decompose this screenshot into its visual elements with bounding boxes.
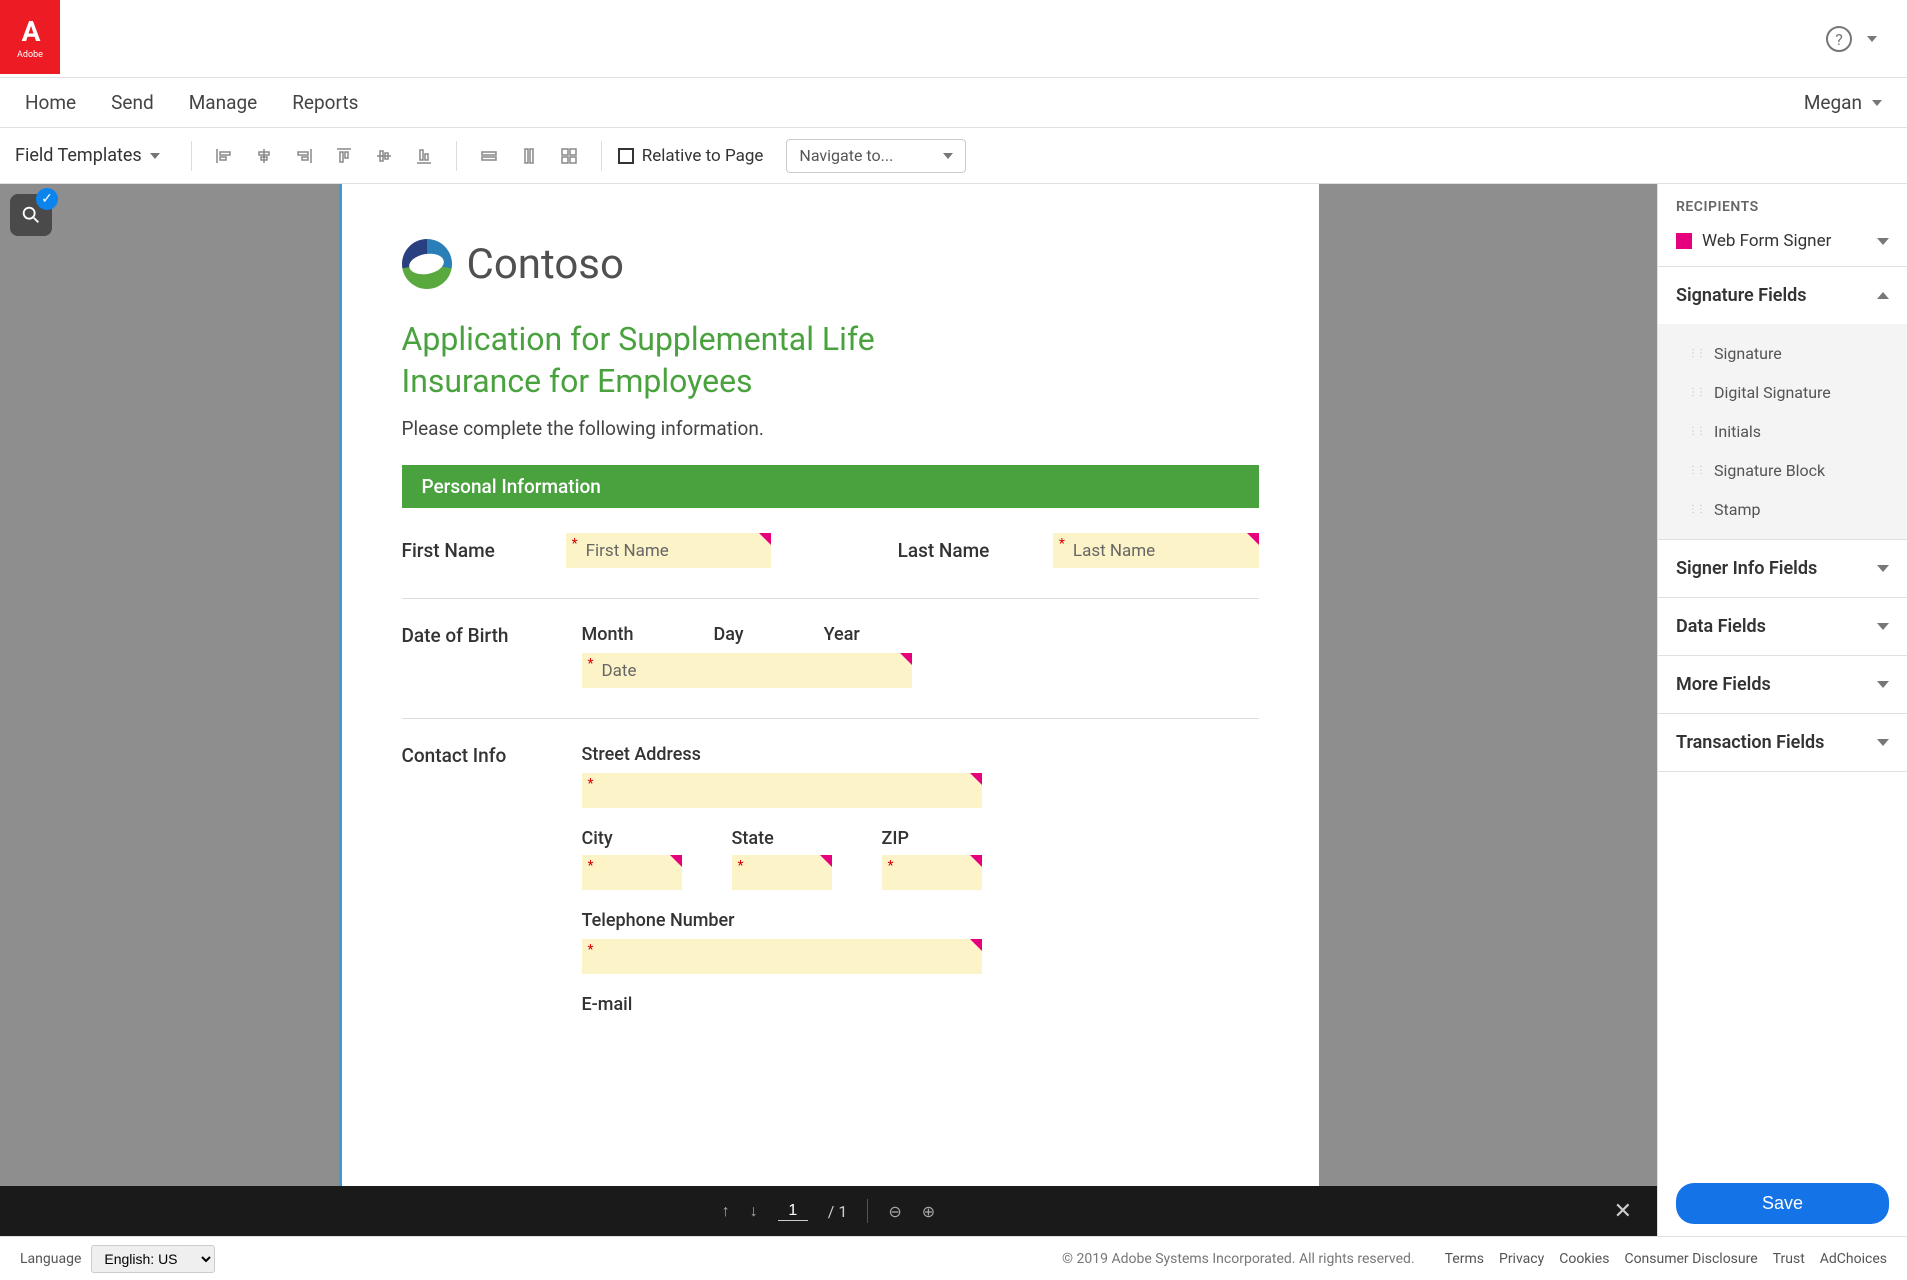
field-city[interactable] <box>582 855 682 890</box>
document-page: Contoso Application for Supplemental Lif… <box>339 184 1319 1280</box>
align-left-icon[interactable] <box>208 140 240 172</box>
field-type-stamp[interactable]: Stamp <box>1658 490 1907 529</box>
field-first-name[interactable]: First Name <box>566 533 772 568</box>
page-number-input[interactable] <box>778 1202 808 1221</box>
adobe-text: Adobe <box>17 50 43 60</box>
nav-home[interactable]: Home <box>25 91 76 114</box>
user-name: Megan <box>1804 91 1862 114</box>
label-last-name: Last Name <box>898 539 1003 562</box>
label-year: Year <box>824 624 860 645</box>
accordion-signature-fields[interactable]: Signature Fields <box>1658 267 1907 324</box>
nav-reports[interactable]: Reports <box>292 91 358 114</box>
label-city: City <box>582 828 682 849</box>
footer-link-cookies[interactable]: Cookies <box>1559 1251 1609 1267</box>
label-month: Month <box>582 624 634 645</box>
label-state: State <box>732 828 832 849</box>
recipient-color-swatch <box>1676 233 1692 249</box>
field-phone[interactable] <box>582 939 982 974</box>
footer-link-adchoices[interactable]: AdChoices <box>1820 1251 1887 1267</box>
match-width-icon[interactable] <box>473 140 505 172</box>
label-email: E-mail <box>582 994 1259 1015</box>
doc-subtitle: Please complete the following informatio… <box>402 417 1259 440</box>
field-state[interactable] <box>732 855 832 890</box>
section-personal-info: Personal Information <box>402 465 1259 508</box>
next-page-icon[interactable]: ↓ <box>750 1201 758 1221</box>
document-canvas[interactable]: ✓ Contoso Application for Supplemental L… <box>0 184 1657 1280</box>
field-zip[interactable] <box>882 855 982 890</box>
sidebar: RECIPIENTS Web Form Signer Signature Fie… <box>1657 184 1907 1280</box>
adobe-a-icon: A <box>22 15 39 48</box>
footer-link-privacy[interactable]: Privacy <box>1499 1251 1544 1267</box>
chevron-down-icon <box>1877 623 1889 630</box>
label-phone: Telephone Number <box>582 910 1259 931</box>
align-center-v-icon[interactable] <box>368 140 400 172</box>
zoom-out-icon[interactable]: ⊖ <box>888 1202 901 1221</box>
adobe-logo[interactable]: A Adobe <box>0 0 60 74</box>
checkbox-icon <box>618 148 634 164</box>
pager-bar: ↑ ↓ / 1 ⊖ ⊕ ✕ <box>0 1186 1657 1236</box>
accordion-transaction-fields[interactable]: Transaction Fields <box>1658 714 1907 771</box>
recipients-header: RECIPIENTS <box>1658 184 1907 223</box>
recipient-web-form-signer[interactable]: Web Form Signer <box>1658 223 1907 266</box>
field-templates-dropdown[interactable]: Field Templates <box>15 145 175 166</box>
label-zip: ZIP <box>882 828 982 849</box>
navigate-to-dropdown[interactable]: Navigate to... <box>786 139 966 173</box>
prev-page-icon[interactable]: ↑ <box>722 1201 730 1221</box>
chevron-down-icon <box>1877 238 1889 245</box>
label-first-name: First Name <box>402 539 516 562</box>
accordion-signer-info[interactable]: Signer Info Fields <box>1658 540 1907 597</box>
field-type-signature-block[interactable]: Signature Block <box>1658 451 1907 490</box>
footer-link-disclosure[interactable]: Consumer Disclosure <box>1624 1251 1757 1267</box>
label-day: Day <box>713 624 743 645</box>
contoso-logo-icon <box>402 239 452 289</box>
topbar-menu-caret[interactable] <box>1867 36 1877 42</box>
help-icon[interactable]: ? <box>1826 26 1852 52</box>
match-size-icon[interactable] <box>553 140 585 172</box>
toolbar: Field Templates Relative to Page Navigat… <box>0 128 1907 184</box>
match-height-icon[interactable] <box>513 140 545 172</box>
page-total: / 1 <box>828 1202 848 1221</box>
field-type-signature[interactable]: Signature <box>1658 334 1907 373</box>
footer-link-terms[interactable]: Terms <box>1445 1251 1484 1267</box>
footer-link-trust[interactable]: Trust <box>1773 1251 1805 1267</box>
field-street[interactable] <box>582 773 982 808</box>
nav-send[interactable]: Send <box>111 91 154 114</box>
user-menu[interactable]: Megan <box>1804 91 1882 114</box>
footer: Language English: US © 2019 Adobe System… <box>0 1236 1907 1280</box>
relative-to-page-checkbox[interactable]: Relative to Page <box>618 146 764 166</box>
field-type-digital-signature[interactable]: Digital Signature <box>1658 373 1907 412</box>
nav-manage[interactable]: Manage <box>189 91 258 114</box>
accordion-more-fields[interactable]: More Fields <box>1658 656 1907 713</box>
accordion-data-fields[interactable]: Data Fields <box>1658 598 1907 655</box>
close-pager-icon[interactable]: ✕ <box>1614 1199 1632 1224</box>
field-type-initials[interactable]: Initials <box>1658 412 1907 451</box>
zoom-in-icon[interactable]: ⊕ <box>922 1202 935 1221</box>
label-street: Street Address <box>582 744 1259 765</box>
save-button[interactable]: Save <box>1676 1183 1889 1224</box>
user-menu-caret <box>1872 100 1882 106</box>
language-label: Language <box>20 1251 81 1267</box>
check-badge-icon: ✓ <box>36 188 58 210</box>
language-select[interactable]: English: US <box>91 1245 215 1273</box>
chevron-down-icon <box>1877 565 1889 572</box>
doc-title: Application for Supplemental Life Insura… <box>402 319 1002 402</box>
chevron-down-icon <box>1877 681 1889 688</box>
label-dob: Date of Birth <box>402 624 532 647</box>
align-center-h-icon[interactable] <box>248 140 280 172</box>
field-date[interactable]: Date <box>582 653 912 688</box>
field-last-name[interactable]: Last Name <box>1053 533 1259 568</box>
zoom-tool-icon[interactable]: ✓ <box>10 194 52 236</box>
align-top-icon[interactable] <box>328 140 360 172</box>
align-bottom-icon[interactable] <box>408 140 440 172</box>
label-contact: Contact Info <box>402 744 532 767</box>
chevron-up-icon <box>1877 292 1889 299</box>
chevron-down-icon <box>1877 739 1889 746</box>
copyright: © 2019 Adobe Systems Incorporated. All r… <box>1062 1251 1415 1267</box>
topbar: A Adobe ? <box>0 0 1907 78</box>
align-right-icon[interactable] <box>288 140 320 172</box>
navbar: Home Send Manage Reports Megan <box>0 78 1907 128</box>
doc-brand: Contoso <box>467 240 624 289</box>
